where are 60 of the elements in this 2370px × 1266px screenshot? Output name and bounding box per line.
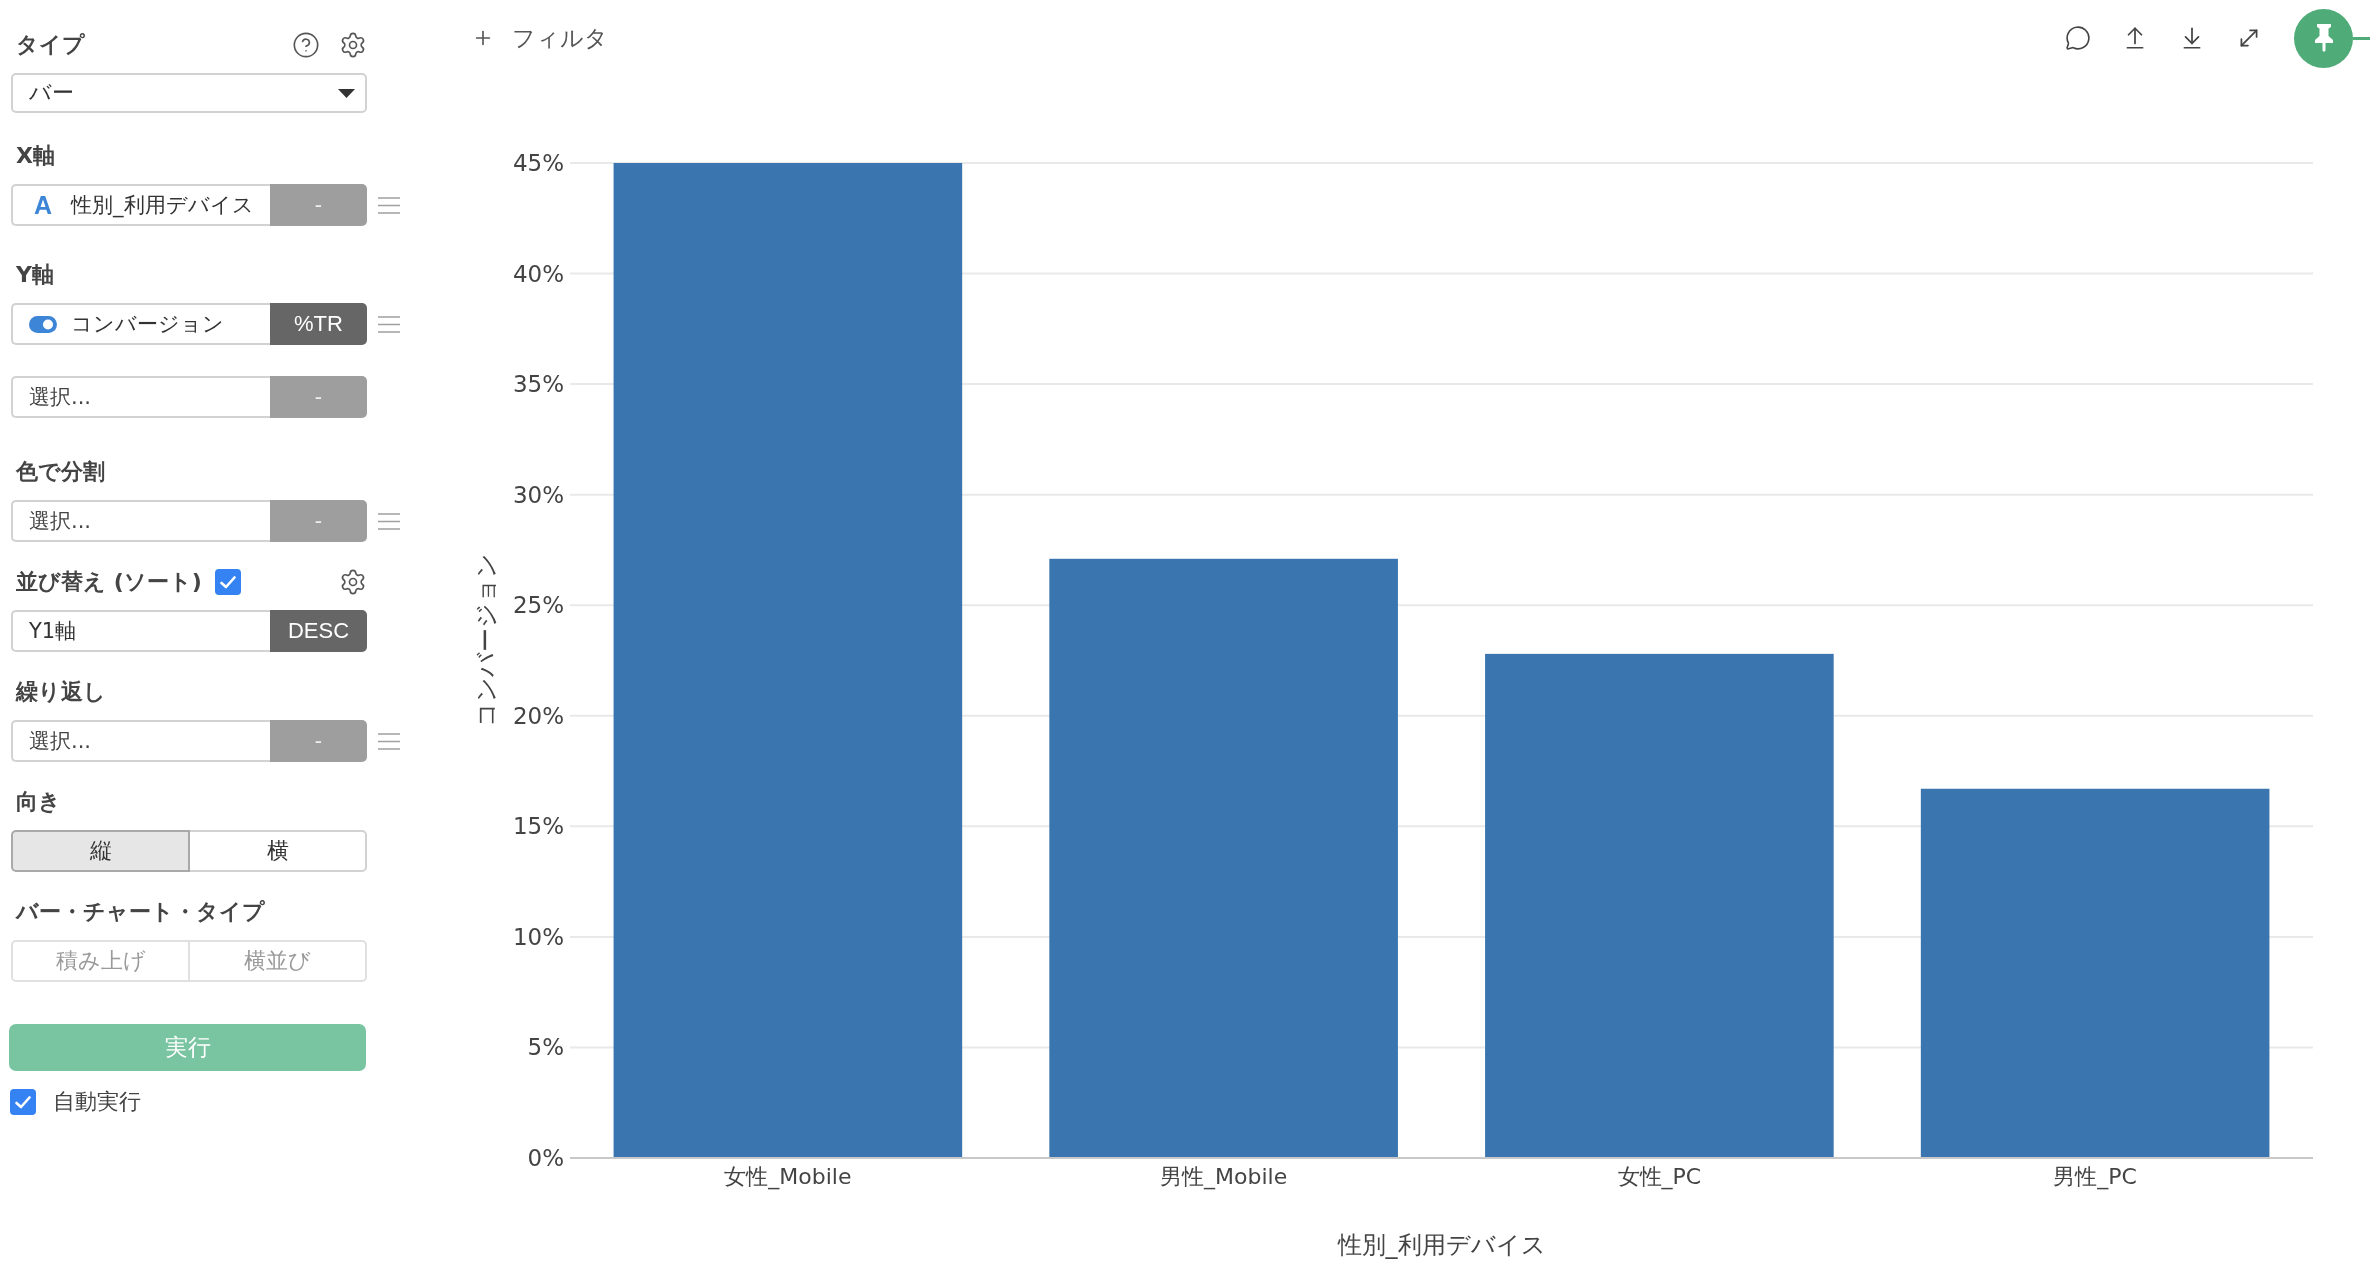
section-label: 並び替え (ソート) [16,568,202,596]
section-label: Y軸 [16,261,54,289]
settings-icon[interactable] [339,568,367,596]
checkbox[interactable] [10,1089,36,1115]
y-tick-label: 45% [512,150,564,176]
menu-icon[interactable] [378,512,400,530]
field-value: 性別_利用デバイス [71,192,254,219]
field-value: コンバージョン [71,311,224,338]
select-field[interactable]: 選択... [11,376,270,418]
comment-icon[interactable] [2065,25,2091,51]
select-field[interactable]: 選択... [11,500,270,542]
x-axis-title: 性別_利用デバイス [1337,1231,1546,1259]
x-tick-label: 男性_Mobile [1160,1163,1288,1189]
select-field[interactable]: コンバージョン [11,303,270,345]
y-tick-label: 25% [512,592,564,619]
y-tick-label: 20% [512,702,564,729]
select-field[interactable]: Y1軸 [11,610,270,652]
field-placeholder: 選択... [29,728,92,755]
check-icon [219,575,236,589]
y-axis-title: コンバージョン [472,553,500,727]
menu-icon[interactable] [378,732,400,750]
section-label: タイプ [16,31,85,59]
section-label: 繰り返し [16,678,106,706]
y-tick-label: 35% [512,371,564,398]
segment-option[interactable]: 縦 [11,830,190,872]
menu-icon[interactable] [378,315,400,333]
option-button[interactable]: DESC [270,610,367,652]
settings-icon[interactable] [339,31,367,59]
y-tick-label: 15% [512,813,564,840]
help-icon[interactable] [292,31,320,59]
dropdown-value: バー [29,79,74,107]
caret-icon [338,88,355,98]
select-field[interactable]: A 性別_利用デバイス [11,184,270,226]
chart-type-dropdown[interactable]: バー [11,73,367,113]
auto-run-label: 自動実行 [53,1088,141,1116]
y-tick-label: 5% [527,1034,564,1061]
y-tick-label: 0% [527,1145,564,1171]
add-filter-button[interactable]: フィルタ [472,22,608,54]
field-value: Y1軸 [29,618,77,645]
section-label: 向き [16,788,61,816]
y-tick-label: 10% [512,923,564,950]
x-tick-label: 女性_PC [1617,1163,1702,1189]
toggle-icon [29,315,57,333]
checkbox[interactable] [214,569,241,595]
y-tick-label: 40% [512,260,564,287]
type-letter: A [32,192,54,218]
x-tick-label: 女性_Mobile [724,1163,852,1189]
y-tick-label: 30% [512,481,564,508]
option-button[interactable]: %TR [270,303,367,345]
section-label: X軸 [16,142,55,170]
section-label: 色で分割 [16,458,105,486]
pin-icon [2313,24,2334,52]
section-label: バー・チャート・タイプ [16,898,265,926]
field-placeholder: 選択... [29,384,92,411]
segment-option[interactable]: 横 [190,830,367,872]
check-icon [15,1095,31,1109]
x-tick-label: 男性_PC [2053,1163,2137,1189]
select-field[interactable]: 選択... [11,720,270,762]
menu-icon[interactable] [378,196,400,214]
field-placeholder: 選択... [29,508,92,535]
